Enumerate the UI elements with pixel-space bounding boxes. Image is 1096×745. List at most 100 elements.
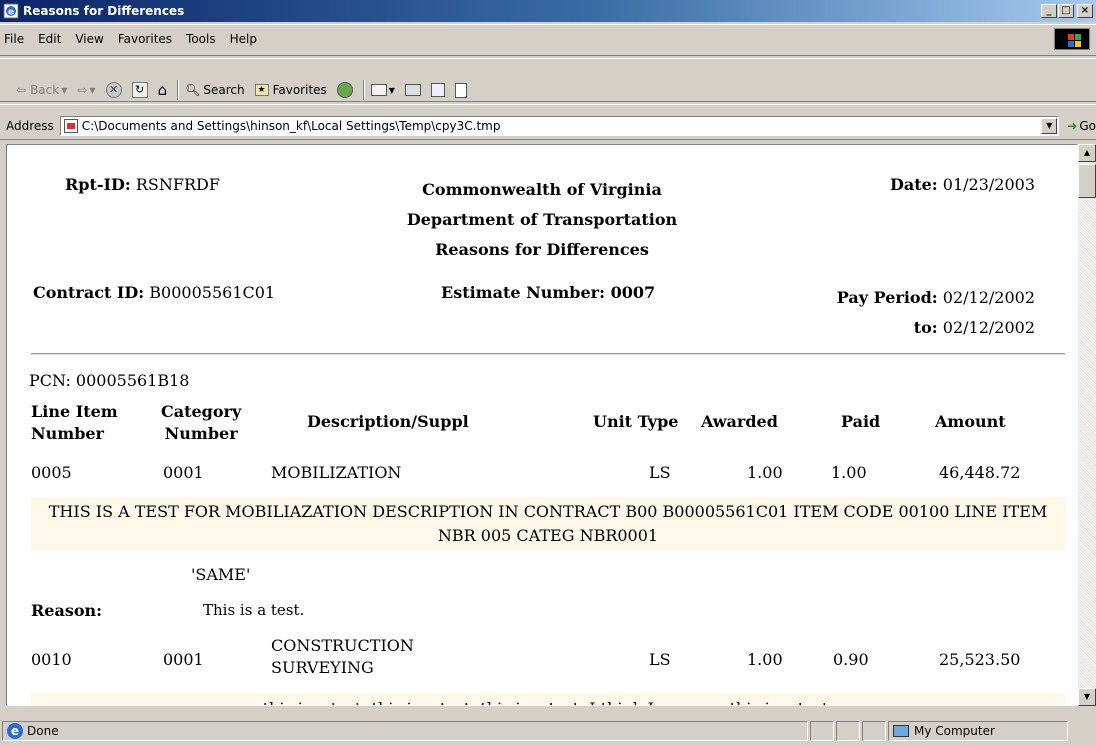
col-category-2: Number bbox=[164, 424, 238, 443]
go-label: Go bbox=[1079, 119, 1096, 133]
address-dropdown-button[interactable]: ▼ bbox=[1041, 118, 1058, 134]
zone-label: My Computer bbox=[914, 724, 995, 738]
stop-button[interactable]: ✕ bbox=[105, 82, 122, 98]
menu-help[interactable]: Help bbox=[230, 32, 257, 46]
address-input[interactable]: C:\Documents and Settings\hinson_kf\Loca… bbox=[59, 116, 1060, 136]
menu-favorites[interactable]: Favorites bbox=[118, 32, 172, 46]
col-line-item-1: Line Item bbox=[31, 402, 118, 421]
row-note: THIS IS A TEST FOR MOBILIAZATION DESCRIP… bbox=[31, 497, 1065, 551]
favorites-icon: ★ bbox=[254, 84, 269, 96]
window-title: Reasons for Differences bbox=[23, 4, 185, 18]
col-line-item: Line Item Number bbox=[31, 401, 118, 445]
status-cell bbox=[810, 721, 834, 741]
print-button[interactable] bbox=[404, 84, 421, 96]
contract-label: Contract ID: bbox=[33, 283, 145, 302]
report-title: Reasons for Differences bbox=[435, 240, 649, 259]
history-button[interactable] bbox=[336, 82, 353, 98]
mail-button[interactable]: ▼ bbox=[370, 84, 395, 96]
estimate-number: Estimate Number: 0007 bbox=[441, 283, 655, 302]
favorites-label: Favorites bbox=[272, 83, 327, 97]
col-awarded: Awarded bbox=[701, 412, 778, 431]
search-button[interactable]: 🔍︎ Search bbox=[185, 83, 244, 97]
scroll-down-button[interactable]: ▼ bbox=[1078, 688, 1096, 706]
col-line-item-2: Number bbox=[31, 424, 104, 443]
rpt-id-label: Rpt-ID: bbox=[65, 175, 131, 194]
toolbar-separator bbox=[362, 80, 365, 100]
ie-page-icon: e bbox=[3, 3, 19, 19]
pay-period-label: Pay Period: bbox=[836, 288, 938, 307]
row-category: 0001 bbox=[163, 463, 204, 482]
to-label: to: bbox=[913, 318, 938, 337]
discuss-icon bbox=[454, 82, 467, 98]
scroll-up-button[interactable]: ▲ bbox=[1078, 144, 1096, 162]
row-unit-type: LS bbox=[649, 463, 671, 482]
row-awarded: 1.00 bbox=[747, 650, 783, 669]
print-icon bbox=[404, 84, 421, 96]
estimate-value: 0007 bbox=[610, 283, 656, 302]
svg-text:e: e bbox=[8, 8, 14, 18]
history-icon bbox=[336, 82, 353, 98]
status-main: e Done bbox=[2, 721, 808, 741]
row-line-number: 0005 bbox=[31, 463, 72, 482]
address-bar: Address C:\Documents and Settings\hinson… bbox=[0, 114, 1096, 138]
edit-icon bbox=[430, 83, 445, 97]
menu-bar: File Edit View Favorites Tools Help bbox=[4, 28, 271, 50]
title-bar: e Reasons for Differences _ □ × bbox=[0, 0, 1096, 22]
row-awarded: 1.00 bbox=[747, 463, 783, 482]
contract-id: Contract ID: B00005561C01 bbox=[33, 283, 275, 302]
forward-button[interactable]: ⇨ ▼ bbox=[77, 83, 95, 97]
back-button[interactable]: ⇦ Back ▼ bbox=[16, 83, 67, 97]
rpt-id: Rpt-ID: RSNFRDF bbox=[65, 175, 220, 194]
refresh-icon: ↻ bbox=[131, 82, 148, 98]
go-button[interactable]: ➜ Go bbox=[1067, 119, 1096, 133]
refresh-button[interactable]: ↻ bbox=[131, 82, 148, 98]
estimate-label: Estimate Number: bbox=[441, 283, 605, 302]
toolbar: ⇦ Back ▼ ⇨ ▼ ✕ ↻ ⌂ 🔍︎ Search ★ Favorites… bbox=[0, 76, 1096, 104]
security-zone: My Computer bbox=[888, 721, 1068, 741]
minimize-button[interactable]: _ bbox=[1041, 4, 1057, 18]
report-heading: Commonwealth of Virginia Department of T… bbox=[387, 175, 697, 265]
menu-file[interactable]: File bbox=[4, 32, 24, 46]
edit-page-button[interactable] bbox=[430, 83, 445, 97]
ie-icon: e bbox=[7, 723, 23, 739]
favorites-button[interactable]: ★ Favorites bbox=[254, 83, 327, 97]
maximize-button[interactable]: □ bbox=[1058, 4, 1074, 18]
computer-icon bbox=[893, 725, 909, 737]
contract-value: B00005561C01 bbox=[149, 283, 276, 302]
pay-period: Pay Period: 02/12/2002 to: 02/12/2002 bbox=[837, 283, 1035, 343]
col-unit-type: Unit Type bbox=[593, 412, 679, 431]
menu-tools[interactable]: Tools bbox=[186, 32, 216, 46]
address-url: C:\Documents and Settings\hinson_kf\Loca… bbox=[81, 119, 501, 133]
row-suppl: 'SAME' bbox=[191, 565, 251, 584]
row-paid: 0.90 bbox=[833, 650, 869, 669]
row-description-line-1: CONSTRUCTION bbox=[271, 636, 414, 655]
close-button[interactable]: × bbox=[1077, 4, 1093, 18]
col-amount: Amount bbox=[935, 412, 1006, 431]
dept-name: Department of Transportation bbox=[406, 210, 678, 229]
status-cell bbox=[862, 721, 886, 741]
status-cell bbox=[836, 721, 860, 741]
back-label: Back bbox=[30, 83, 60, 97]
header-divider bbox=[31, 353, 1065, 355]
report-date: Date: 01/23/2003 bbox=[890, 175, 1035, 194]
vertical-scrollbar[interactable]: ▲ ▼ bbox=[1078, 144, 1096, 706]
pcn: PCN: 00005561B18 bbox=[29, 371, 190, 390]
row-paid: 1.00 bbox=[831, 463, 867, 482]
row-unit-type: LS bbox=[649, 650, 671, 669]
pay-period-to: 02/12/2002 bbox=[942, 318, 1035, 337]
home-button[interactable]: ⌂ bbox=[158, 81, 168, 99]
col-description: Description/Suppl bbox=[307, 412, 469, 431]
home-icon: ⌂ bbox=[157, 81, 168, 99]
page-viewport: Rpt-ID: RSNFRDF Commonwealth of Virginia… bbox=[6, 144, 1078, 706]
menu-view[interactable]: View bbox=[75, 32, 103, 46]
pay-period-from: 02/12/2002 bbox=[942, 288, 1035, 307]
discuss-button[interactable] bbox=[454, 82, 467, 98]
toolbar-separator bbox=[177, 80, 180, 100]
row-description-line-2: SURVEYING bbox=[271, 658, 374, 677]
scroll-thumb[interactable] bbox=[1078, 164, 1096, 198]
address-label: Address bbox=[6, 119, 54, 133]
row-description: MOBILIZATION bbox=[271, 463, 402, 482]
row-category: 0001 bbox=[163, 650, 204, 669]
menu-edit[interactable]: Edit bbox=[38, 32, 61, 46]
col-category-1: Category bbox=[161, 402, 242, 421]
